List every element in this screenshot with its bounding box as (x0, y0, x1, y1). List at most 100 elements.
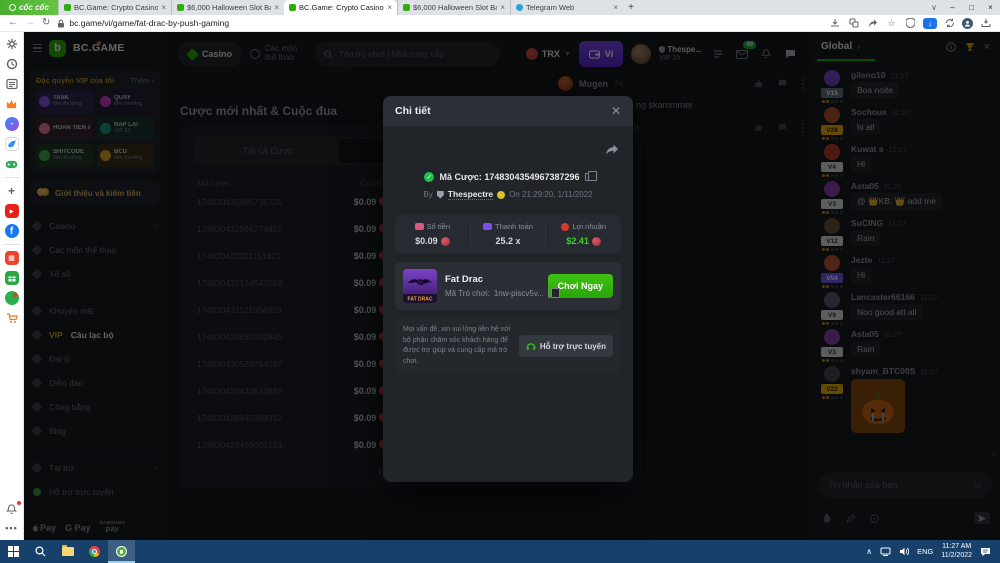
tab-strip: BC.Game: Crypto Casino Gan × $6,000 Hall… (58, 0, 623, 15)
crown-hot-icon[interactable] (5, 97, 19, 111)
copy-icon[interactable] (548, 290, 550, 298)
forward-icon[interactable]: → (25, 18, 35, 28)
settings-icon[interactable] (5, 37, 19, 51)
live-support-button[interactable]: Hỗ trợ trực tuyến (519, 335, 613, 357)
tab-label: Telegram Web (526, 3, 610, 12)
newsfeed-icon[interactable] (5, 77, 19, 91)
stat-cell: Lợi nhuận $2.41 (545, 222, 621, 246)
window-controls: ∨ – □ × (925, 0, 1000, 15)
coccoc-logo-icon (9, 4, 16, 11)
download-active-icon[interactable]: ↓ (923, 18, 937, 29)
user-shield-icon (437, 191, 444, 199)
bcgame-page: b BC.GAME Đặc quyền VIP của tôi Thêm › (24, 32, 1000, 540)
tab-label: BC.Game: Crypto Casino Gan (74, 3, 158, 12)
tab-favicon (64, 4, 71, 11)
taskbar-search-icon[interactable] (27, 540, 54, 563)
language-indicator[interactable]: ENG (917, 547, 933, 556)
facebook-icon[interactable]: f (5, 224, 19, 238)
maps-icon[interactable] (5, 291, 19, 305)
tab-close-icon[interactable]: × (274, 4, 279, 12)
tab-close-icon[interactable]: × (387, 4, 392, 12)
modal-header: Chi tiết ✕ (383, 96, 633, 126)
user-emote-icon (497, 191, 505, 199)
shop-icon[interactable]: ▦ (5, 251, 19, 265)
tray-expand-icon[interactable]: ∧ (866, 547, 872, 556)
minimize-button[interactable]: – (943, 0, 962, 15)
save-page-icon[interactable] (828, 17, 841, 29)
game-card: FAT DRAC Fat Drac Mã Trò chơi: 1nw-piscv… (395, 262, 621, 310)
translate-icon[interactable] (847, 17, 860, 29)
back-icon[interactable]: ← (8, 18, 18, 28)
cart-icon[interactable] (5, 311, 19, 325)
tab-label: $6,000 Halloween Slot Battle (413, 3, 497, 12)
lock-icon (57, 19, 65, 28)
browser-tab[interactable]: Telegram Web × (510, 0, 623, 15)
file-explorer-icon[interactable] (54, 540, 81, 563)
coccoc-ai-icon[interactable] (5, 137, 19, 151)
new-tab-button[interactable]: + (623, 0, 639, 15)
tab-search-icon[interactable]: ∨ (925, 3, 943, 12)
maximize-button[interactable]: □ (962, 0, 981, 15)
more-icon[interactable]: ••• (5, 521, 19, 535)
coin-icon (441, 237, 450, 246)
bookmark-star-icon[interactable]: ☆ (885, 17, 898, 29)
gift-icon[interactable] (5, 271, 19, 285)
sync-icon[interactable] (943, 17, 956, 29)
bet-author-row: By Thespectre On 21:29:20, 1/11/2022 (395, 189, 621, 200)
address-bar: ← → ↻ bc.game/vi/game/fat-drac-by-push-g… (0, 15, 1000, 32)
bet-author[interactable]: Thespectre (448, 189, 493, 200)
close-button[interactable]: × (981, 0, 1000, 15)
stat-value: $0.09 (415, 236, 450, 246)
tab-favicon (289, 4, 296, 11)
notification-dot (17, 501, 21, 505)
game-thumbnail[interactable]: FAT DRAC (403, 269, 437, 303)
browser-tab[interactable]: BC.Game: Crypto Casino Gan × (58, 0, 171, 15)
notification-bell-icon[interactable] (5, 502, 19, 516)
stat-icon (483, 223, 492, 230)
game-code: 1nw-piscv5v... (494, 289, 544, 298)
adblock-shield-icon[interactable] (904, 17, 917, 29)
taskbar-clock[interactable]: 11:27 AM 11/2/2022 (941, 543, 972, 561)
start-button[interactable] (0, 540, 27, 563)
volume-icon[interactable] (899, 547, 909, 556)
svg-text:FAT DRAC: FAT DRAC (408, 297, 433, 303)
stat-cell: Thanh toán 25.2 x (470, 222, 546, 246)
share-icon[interactable] (866, 17, 879, 29)
tab-close-icon[interactable]: × (500, 4, 505, 12)
tab-close-icon[interactable]: × (161, 4, 166, 12)
messenger-icon[interactable] (5, 117, 19, 131)
headset-icon (526, 341, 536, 351)
reload-icon[interactable]: ↻ (42, 18, 50, 28)
tab-label: BC.Game: Crypto Casino Gan (299, 3, 384, 12)
windows-taskbar: ∧ ENG 11:27 AM 11/2/2022 (0, 540, 1000, 563)
browser-tab[interactable]: BC.Game: Crypto Casino Gan × (284, 0, 397, 15)
copy-icon[interactable] (585, 173, 592, 181)
action-center-icon[interactable] (980, 547, 991, 557)
coccoc-brand-button[interactable]: cốc cốc (0, 0, 58, 15)
coccoc-side-rail: + f ▦ ••• (0, 32, 24, 540)
tab-favicon (177, 4, 184, 11)
screen: cốc cốc BC.Game: Crypto Casino Gan × $6,… (0, 0, 1000, 563)
url-box[interactable]: bc.game/vi/game/fat-drac-by-push-gaming (57, 18, 821, 28)
games-icon[interactable] (5, 157, 19, 171)
history-icon[interactable] (5, 57, 19, 71)
system-tray: ∧ ENG 11:27 AM 11/2/2022 (866, 543, 1000, 561)
modal-close-icon[interactable]: ✕ (611, 104, 621, 118)
toolbar-icons: ☆ ↓ (828, 17, 992, 29)
profile-icon[interactable] (962, 18, 973, 29)
url-text: bc.game/vi/game/fat-drac-by-push-gaming (69, 18, 229, 28)
stat-value: $2.41 (566, 236, 601, 246)
youtube-icon[interactable] (5, 204, 19, 218)
verified-icon: ✓ (424, 172, 434, 182)
share-bet-icon[interactable] (605, 142, 619, 160)
bet-stats: Số tiền $0.09 T (395, 215, 621, 253)
downloads-tray-icon[interactable] (979, 17, 992, 29)
network-icon[interactable] (880, 547, 891, 556)
stat-cell: Số tiền $0.09 (395, 222, 470, 246)
browser-tab[interactable]: $6,000 Halloween Slot Battle × (171, 0, 284, 15)
chrome-taskbar-icon[interactable] (81, 540, 108, 563)
coccoc-taskbar-icon[interactable] (108, 540, 135, 563)
browser-tab[interactable]: $6,000 Halloween Slot Battle × (397, 0, 510, 15)
tab-close-icon[interactable]: × (613, 4, 618, 12)
add-icon[interactable]: + (5, 184, 19, 198)
